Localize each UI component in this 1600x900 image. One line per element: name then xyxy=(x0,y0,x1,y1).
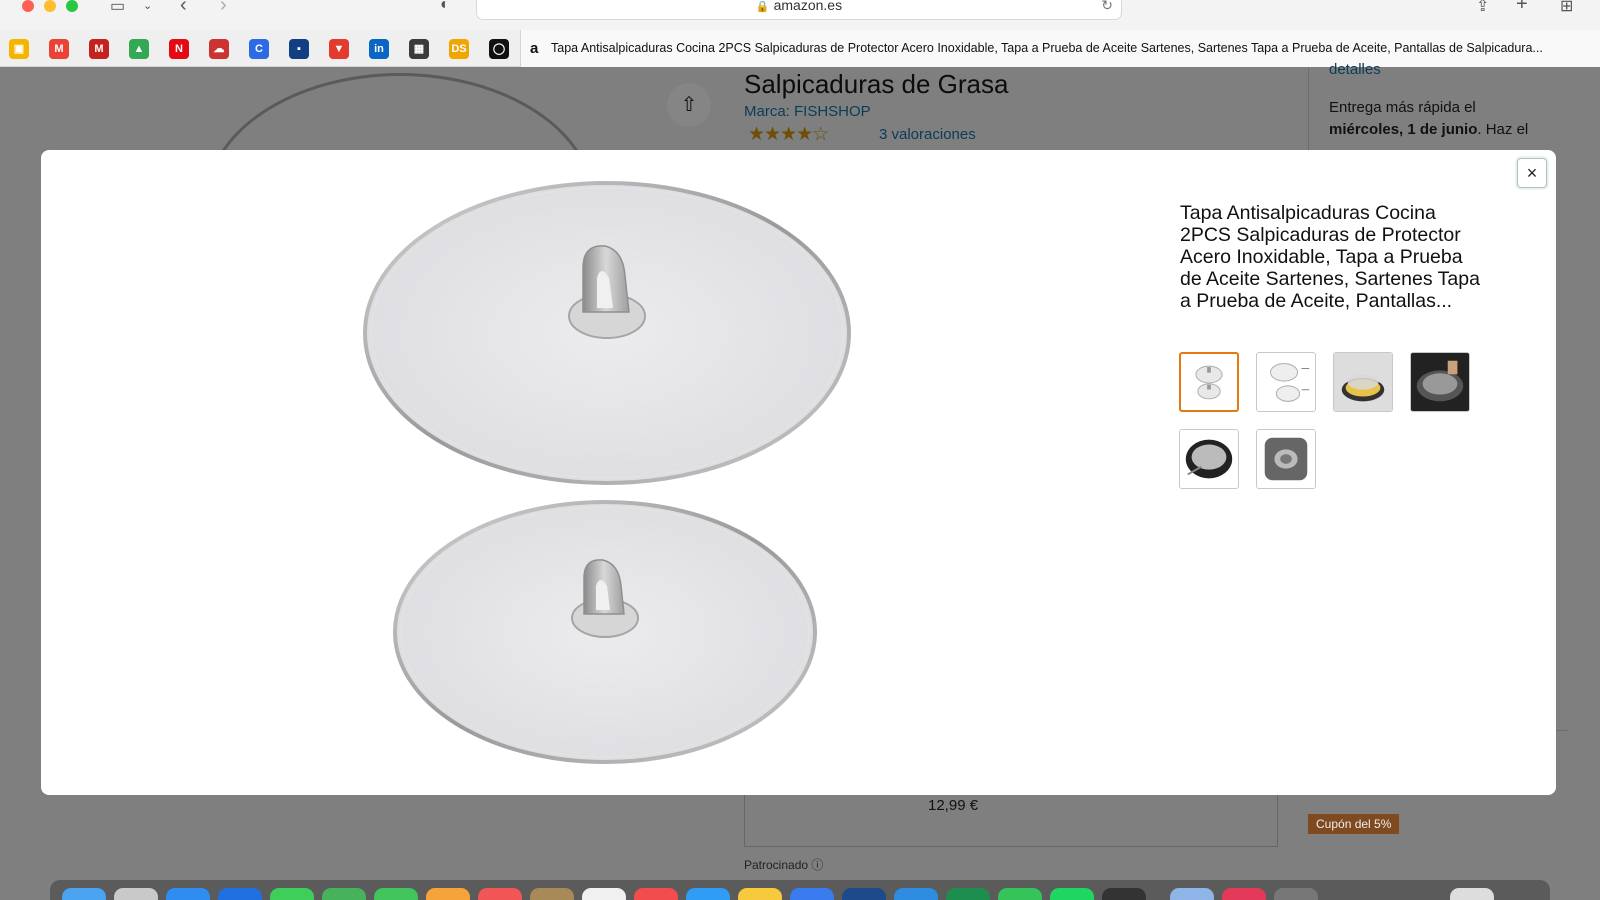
tab-overview-icon[interactable]: ⊞ xyxy=(1560,0,1573,16)
instagram-icon[interactable] xyxy=(1222,888,1266,900)
reload-icon[interactable]: ↻ xyxy=(1101,0,1113,17)
launchpad-icon[interactable] xyxy=(114,888,158,900)
thumbnail-5[interactable] xyxy=(1179,429,1239,489)
sponsored-price: 12,99 € xyxy=(928,797,979,814)
spotify-icon[interactable] xyxy=(1050,888,1094,900)
circle-app-icon[interactable]: ◯ xyxy=(489,39,509,59)
red-app-icon[interactable]: ▼ xyxy=(329,39,349,59)
back-icon[interactable]: ‹ xyxy=(180,0,187,17)
thumbnail-6[interactable] xyxy=(1256,429,1316,489)
excel-icon[interactable] xyxy=(946,888,990,900)
macos-dock xyxy=(50,880,1550,900)
details-link[interactable]: detalles xyxy=(1329,61,1381,78)
c-app-icon[interactable]: C xyxy=(249,39,269,59)
messages-icon[interactable] xyxy=(270,888,314,900)
settings-icon[interactable] xyxy=(1102,888,1146,900)
thumbnail-1[interactable] xyxy=(1179,352,1239,412)
thumbnail-3[interactable] xyxy=(1333,352,1393,412)
address-url: amazon.es xyxy=(773,0,843,13)
sidebar-toggle-icon[interactable]: ▭ xyxy=(110,0,125,16)
active-tab-title: Tapa Antisalpicaduras Cocina 2PCS Salpic… xyxy=(551,41,1543,55)
rating-stars-icon[interactable]: ★★★★☆ xyxy=(748,123,829,146)
active-tab[interactable]: a Tapa Antisalpicaduras Cocina 2PCS Salp… xyxy=(520,30,1600,67)
close-window-icon[interactable] xyxy=(22,0,34,12)
share-icon[interactable]: ⇧ xyxy=(667,83,711,127)
classroom-icon[interactable]: ▣ xyxy=(9,39,29,59)
music-icon[interactable] xyxy=(634,888,678,900)
linkedin-icon[interactable]: in xyxy=(369,39,389,59)
gmail-icon[interactable]: M xyxy=(49,39,69,59)
thumbnail-image xyxy=(1270,363,1310,402)
calendar-icon[interactable] xyxy=(478,888,522,900)
safari-icon[interactable] xyxy=(166,888,210,900)
files-icon[interactable] xyxy=(894,888,938,900)
app-icon[interactable] xyxy=(1274,888,1318,900)
delivery-date: miércoles, 1 de junio xyxy=(1329,121,1478,138)
delivery-info: Entrega más rápida el miércoles, 1 de ju… xyxy=(1329,97,1554,141)
finder-icon[interactable] xyxy=(62,888,106,900)
browser-titlebar: ▭ ⌄ ‹ › ◐ 🔒 amazon.es ↻ ⇪ + ⊞ xyxy=(0,0,1600,30)
ds-icon[interactable]: DS xyxy=(449,39,469,59)
downloads-folder-icon[interactable] xyxy=(1170,888,1214,900)
mail-icon[interactable] xyxy=(218,888,262,900)
contacts-icon[interactable] xyxy=(530,888,574,900)
maps-icon[interactable] xyxy=(322,888,366,900)
thumbnail-4[interactable] xyxy=(1410,352,1470,412)
coupon-badge: Cupón del 5% xyxy=(1308,814,1400,834)
share-icon[interactable]: ⇪ xyxy=(1476,0,1489,16)
photos-icon[interactable] xyxy=(426,888,470,900)
modal-product-title: Tapa Antisalpicaduras Cocina 2PCS Salpic… xyxy=(1180,202,1480,312)
page-title: Salpicaduras de Grasa xyxy=(744,69,1009,99)
cloud-icon[interactable]: ☁ xyxy=(209,39,229,59)
info-icon[interactable]: ⓘ xyxy=(811,858,823,872)
drive-icon[interactable]: ▲ xyxy=(129,39,149,59)
facetime-icon[interactable] xyxy=(374,888,418,900)
brand-link[interactable]: Marca: FISHSHOP xyxy=(744,103,871,120)
whatsapp-icon[interactable] xyxy=(998,888,1042,900)
amazon-favicon-icon: a xyxy=(530,40,539,57)
forward-icon[interactable]: › xyxy=(220,0,227,17)
gmail-icon[interactable]: M xyxy=(89,39,109,59)
ratings-link[interactable]: 3 valoraciones xyxy=(879,126,976,143)
image-viewer-modal: × Tapa Antisalpicaduras Cocina 2PCS Salp… xyxy=(41,150,1556,795)
trash-icon[interactable] xyxy=(1450,888,1494,900)
netflix-icon[interactable]: N xyxy=(169,39,189,59)
main-product-image[interactable] xyxy=(361,180,861,770)
maximize-window-icon[interactable] xyxy=(66,0,78,12)
minimize-window-icon[interactable] xyxy=(44,0,56,12)
new-tab-icon[interactable]: + xyxy=(1516,0,1528,16)
delivery-text-2: . Haz el xyxy=(1477,121,1529,138)
thumbnail-image xyxy=(1334,353,1392,411)
lock-icon: 🔒 xyxy=(755,1,770,13)
sponsored-label: Patrocinado ⓘ xyxy=(744,856,823,873)
thumbnail-image xyxy=(1257,430,1315,488)
word-icon[interactable] xyxy=(842,888,886,900)
thumbnail-image xyxy=(1411,353,1469,411)
chevron-down-icon[interactable]: ⌄ xyxy=(143,0,152,12)
delivery-text: Entrega más rápida el xyxy=(1329,99,1476,116)
app-store-icon[interactable] xyxy=(686,888,730,900)
grid-app-icon[interactable]: ▦ xyxy=(409,39,429,59)
thumbnail-image xyxy=(1195,365,1223,400)
privacy-shield-icon[interactable]: ◐ xyxy=(440,0,450,14)
teams-icon[interactable] xyxy=(790,888,834,900)
bank-icon[interactable]: ▪ xyxy=(289,39,309,59)
thumbnail-image xyxy=(1180,430,1238,488)
reminders-icon[interactable] xyxy=(582,888,626,900)
thumbnail-2[interactable] xyxy=(1256,352,1316,412)
sponsored-text: Patrocinado xyxy=(744,858,809,872)
notes-icon[interactable] xyxy=(738,888,782,900)
close-button[interactable]: × xyxy=(1517,158,1547,188)
address-bar[interactable]: 🔒 amazon.es ↻ xyxy=(476,0,1122,20)
